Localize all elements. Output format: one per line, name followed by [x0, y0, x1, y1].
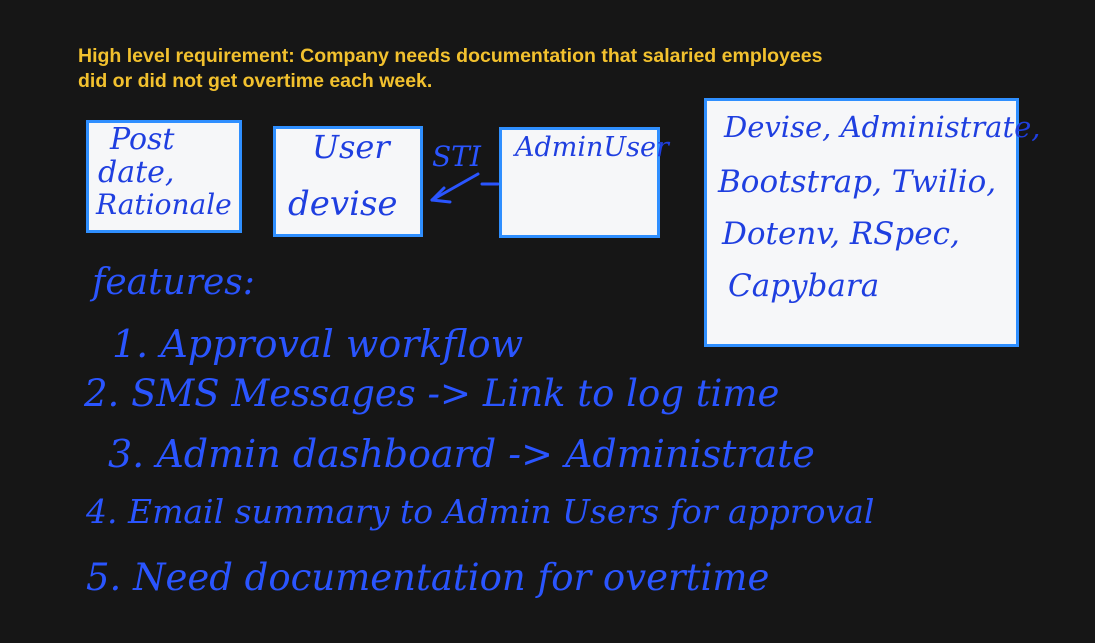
- admin-box-line-1: AdminUser: [515, 132, 669, 163]
- feature-item: 2. SMS Messages -> Link to log time: [84, 372, 780, 415]
- requirement-line-1: High level requirement: Company needs do…: [78, 45, 823, 67]
- whiteboard-canvas: High level requirement: Company needs do…: [0, 0, 1095, 643]
- feature-item: 3. Admin dashboard -> Administrate: [108, 432, 815, 476]
- tools-line-1: Devise, Administrate,: [724, 110, 1041, 144]
- tools-line-2: Bootstrap, Twilio,: [718, 164, 997, 200]
- tools-line-4: Capybara: [728, 268, 880, 304]
- tools-line-3: Dotenv, RSpec,: [722, 216, 960, 252]
- post-box-line-3: Rationale: [96, 188, 232, 221]
- features-title: features:: [92, 262, 255, 303]
- feature-item: 4. Email summary to Admin Users for appr…: [86, 492, 875, 531]
- feature-item: 1. Approval workflow: [112, 322, 524, 366]
- requirement-line-2: did or did not get overtime each week.: [78, 70, 433, 92]
- inheritance-arrow-icon: [430, 172, 500, 204]
- user-box-line-2: devise: [288, 184, 398, 224]
- feature-item: 5. Need documentation for overtime: [86, 556, 770, 599]
- post-box-line-1: Post: [110, 122, 175, 157]
- post-box-line-2: date,: [98, 155, 175, 190]
- user-box-line-1: User: [312, 128, 390, 166]
- requirement-heading: High level requirement: Company needs do…: [78, 44, 978, 94]
